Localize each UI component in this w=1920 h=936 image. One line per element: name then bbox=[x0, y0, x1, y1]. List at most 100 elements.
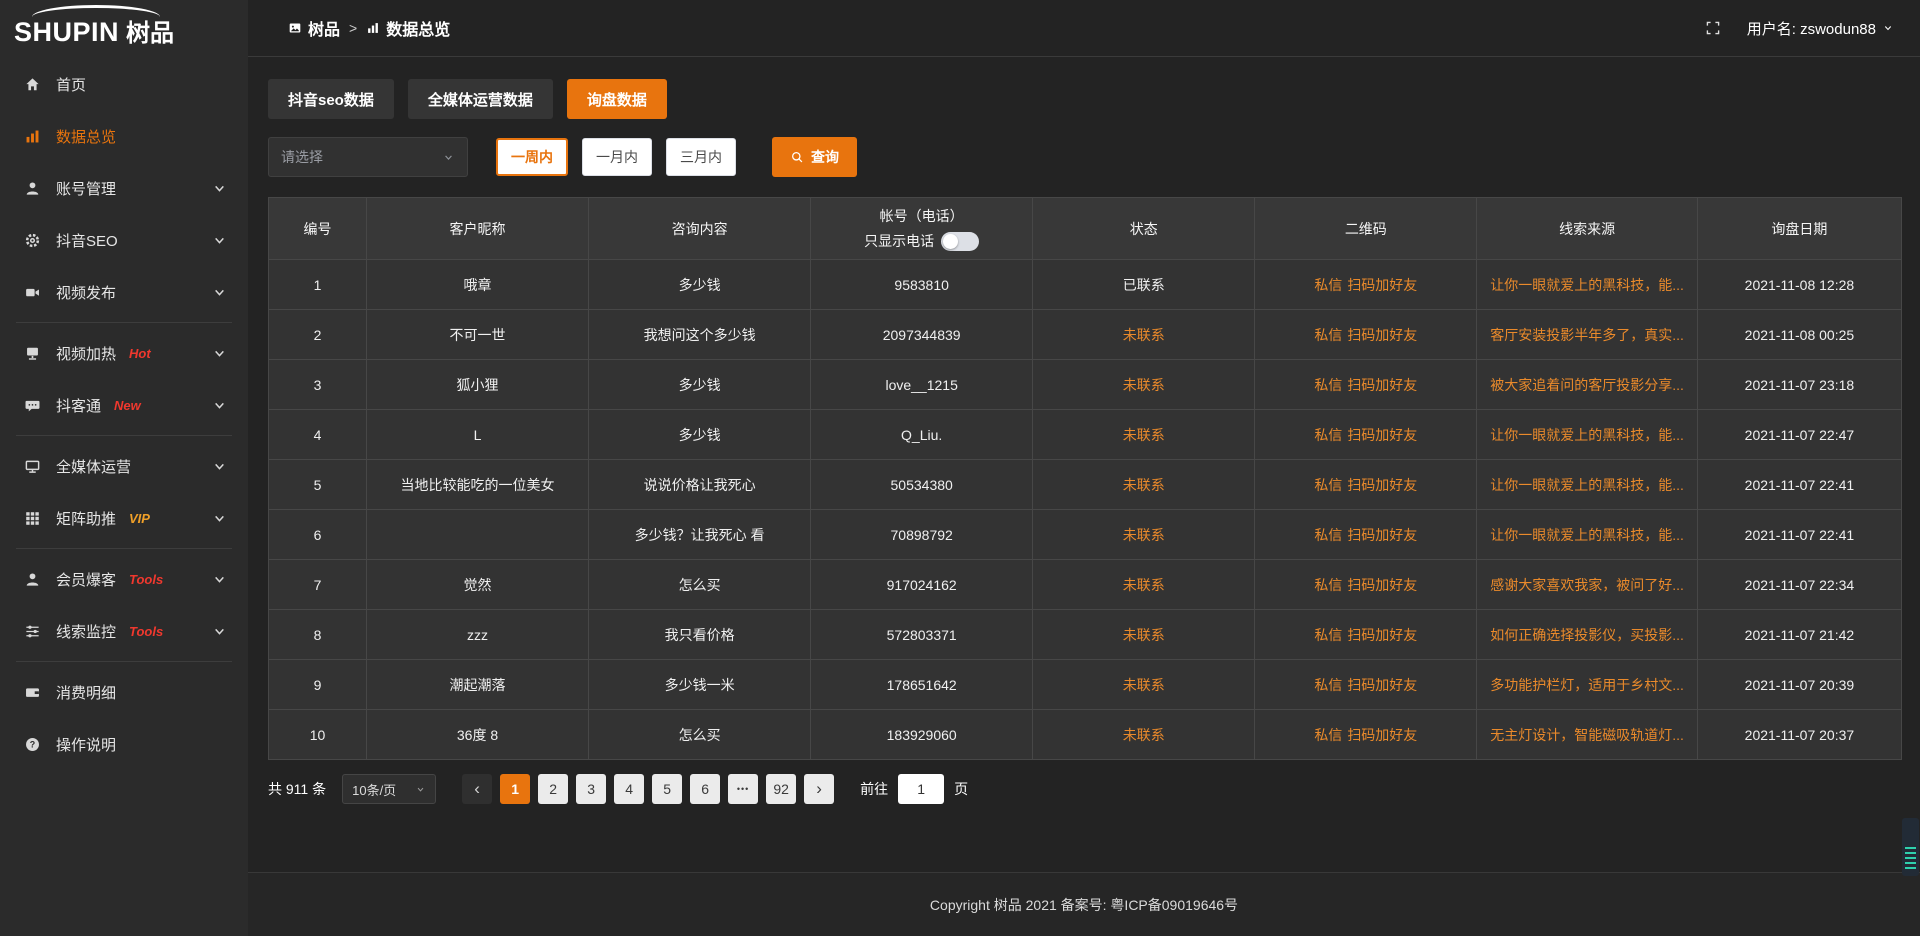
filter-select[interactable]: 请选择 bbox=[268, 137, 468, 177]
source-link[interactable]: 客厅安装投影半年多了，真实... bbox=[1490, 327, 1684, 343]
sidebar-item-data-overview[interactable]: 数据总览 bbox=[0, 110, 248, 162]
sidebar-item-consumption-detail[interactable]: 消费明细 bbox=[0, 666, 248, 718]
phone-toggle-row: 只显示电话 bbox=[811, 231, 1032, 251]
chevron-down-icon bbox=[415, 784, 426, 795]
sidebar-item-label: 线索监控 bbox=[56, 621, 116, 642]
pagination-ellipsis[interactable]: ••• bbox=[728, 774, 758, 804]
qr-link[interactable]: 扫码加好友 bbox=[1347, 477, 1417, 493]
sidebar-divider bbox=[16, 661, 232, 662]
person-icon bbox=[24, 571, 41, 588]
phone-only-toggle[interactable] bbox=[941, 232, 979, 251]
source-link[interactable]: 让你一眼就爱上的黑科技，能... bbox=[1490, 277, 1684, 293]
breadcrumb-item-shupin[interactable]: 树品 bbox=[288, 16, 340, 40]
qr-link[interactable]: 扫码加好友 bbox=[1347, 527, 1417, 543]
table-row: 3狐小狸多少钱love__1215未联系私信扫码加好友被大家追着问的客厅投影分享… bbox=[269, 360, 1902, 410]
source-link[interactable]: 无主灯设计，智能磁吸轨道灯... bbox=[1490, 727, 1684, 743]
pagination-page-5[interactable]: 5 bbox=[652, 774, 682, 804]
goto-page-input[interactable] bbox=[898, 774, 944, 804]
breadcrumb-item-data-overview[interactable]: 数据总览 bbox=[366, 16, 450, 40]
sidebar-item-douketong[interactable]: 抖客通New bbox=[0, 379, 248, 431]
source-link[interactable]: 被大家追着问的客厅投影分享... bbox=[1490, 377, 1684, 393]
cell-status: 未联系 bbox=[1033, 510, 1255, 560]
cell-date: 2021-11-07 22:41 bbox=[1697, 510, 1901, 560]
qr-link[interactable]: 私信 bbox=[1314, 627, 1342, 643]
source-link[interactable]: 如何正确选择投影仪，买投影... bbox=[1490, 627, 1684, 643]
user-menu[interactable]: 用户名: zswodun88 bbox=[1747, 18, 1894, 39]
topbar-right: 用户名: zswodun88 bbox=[1705, 18, 1894, 39]
floating-widget[interactable] bbox=[1902, 818, 1919, 876]
fullscreen-icon[interactable] bbox=[1705, 20, 1721, 36]
pagination-page-1[interactable]: 1 bbox=[500, 774, 530, 804]
pagination-next-button[interactable]: › bbox=[804, 774, 834, 804]
status-badge: 已联系 bbox=[1123, 277, 1165, 293]
chart-icon bbox=[24, 128, 41, 145]
sidebar-item-operation-guide[interactable]: ?操作说明 bbox=[0, 718, 248, 770]
sidebar-item-home[interactable]: 首页 bbox=[0, 58, 248, 110]
cell-qrcode: 私信扫码加好友 bbox=[1255, 260, 1477, 310]
qr-link[interactable]: 扫码加好友 bbox=[1347, 627, 1417, 643]
cell-qrcode: 私信扫码加好友 bbox=[1255, 710, 1477, 760]
source-link[interactable]: 让你一眼就爱上的黑科技，能... bbox=[1490, 427, 1684, 443]
qr-link[interactable]: 扫码加好友 bbox=[1347, 677, 1417, 693]
qr-link[interactable]: 私信 bbox=[1314, 327, 1342, 343]
qr-link[interactable]: 扫码加好友 bbox=[1347, 277, 1417, 293]
qr-link[interactable]: 扫码加好友 bbox=[1347, 577, 1417, 593]
qr-link[interactable]: 私信 bbox=[1314, 577, 1342, 593]
page-size-select[interactable]: 10条/页 bbox=[342, 774, 436, 804]
cell-id: 6 bbox=[269, 510, 367, 560]
sidebar-badge: VIP bbox=[129, 511, 150, 526]
qr-link[interactable]: 私信 bbox=[1314, 477, 1342, 493]
chevron-down-icon bbox=[1882, 22, 1894, 34]
qr-link[interactable]: 扫码加好友 bbox=[1347, 327, 1417, 343]
footer: Copyright 树品 2021 备案号: 粤ICP备09019646号 bbox=[248, 872, 1920, 936]
qr-link[interactable]: 私信 bbox=[1314, 677, 1342, 693]
col-header-content: 咨询内容 bbox=[589, 198, 811, 260]
qr-link[interactable]: 扫码加好友 bbox=[1347, 377, 1417, 393]
range-button-one-week[interactable]: 一周内 bbox=[496, 138, 568, 176]
qr-link[interactable]: 私信 bbox=[1314, 277, 1342, 293]
sidebar-item-video-publish[interactable]: 视频发布 bbox=[0, 266, 248, 318]
tab-all-media-data[interactable]: 全媒体运营数据 bbox=[408, 79, 553, 119]
gear-icon bbox=[24, 232, 41, 249]
sidebar-item-matrix-boost[interactable]: 矩阵助推VIP bbox=[0, 492, 248, 544]
cell-date: 2021-11-07 22:41 bbox=[1697, 460, 1901, 510]
source-link[interactable]: 让你一眼就爱上的黑科技，能... bbox=[1490, 477, 1684, 493]
pagination-page-4[interactable]: 4 bbox=[614, 774, 644, 804]
wallet-icon bbox=[24, 684, 41, 701]
qr-link[interactable]: 私信 bbox=[1314, 377, 1342, 393]
source-link[interactable]: 多功能护栏灯，适用于乡村文... bbox=[1490, 677, 1684, 693]
cell-status: 未联系 bbox=[1033, 410, 1255, 460]
tab-douyin-seo-data[interactable]: 抖音seo数据 bbox=[268, 79, 394, 119]
sidebar-divider bbox=[16, 322, 232, 323]
status-badge: 未联系 bbox=[1123, 477, 1165, 493]
sidebar-item-douyin-seo[interactable]: 抖音SEO bbox=[0, 214, 248, 266]
query-button[interactable]: 查询 bbox=[772, 137, 857, 177]
qr-link[interactable]: 私信 bbox=[1314, 527, 1342, 543]
chevron-down-icon bbox=[211, 345, 228, 362]
cell-source: 让你一眼就爱上的黑科技，能... bbox=[1477, 510, 1697, 560]
source-link[interactable]: 让你一眼就爱上的黑科技，能... bbox=[1490, 527, 1684, 543]
cell-source: 感谢大家喜欢我家，被问了好... bbox=[1477, 560, 1697, 610]
pagination-prev-button[interactable]: ‹ bbox=[462, 774, 492, 804]
qr-link[interactable]: 私信 bbox=[1314, 427, 1342, 443]
range-button-one-month[interactable]: 一月内 bbox=[582, 138, 652, 176]
cell-account: 2097344839 bbox=[811, 310, 1033, 360]
sidebar-item-all-media-operation[interactable]: 全媒体运营 bbox=[0, 440, 248, 492]
qr-link[interactable]: 扫码加好友 bbox=[1347, 427, 1417, 443]
pagination-page-3[interactable]: 3 bbox=[576, 774, 606, 804]
source-link[interactable]: 感谢大家喜欢我家，被问了好... bbox=[1490, 577, 1684, 593]
sidebar-item-member-burst[interactable]: 会员爆客Tools bbox=[0, 553, 248, 605]
range-button-three-months[interactable]: 三月内 bbox=[666, 138, 736, 176]
pagination-page-92[interactable]: 92 bbox=[766, 774, 796, 804]
pagination-page-2[interactable]: 2 bbox=[538, 774, 568, 804]
sidebar-item-clue-monitor[interactable]: 线索监控Tools bbox=[0, 605, 248, 657]
pagination-page-6[interactable]: 6 bbox=[690, 774, 720, 804]
tab-inquiry-data[interactable]: 询盘数据 bbox=[567, 79, 667, 119]
qr-link[interactable]: 扫码加好友 bbox=[1347, 727, 1417, 743]
qr-link[interactable]: 私信 bbox=[1314, 727, 1342, 743]
cell-id: 7 bbox=[269, 560, 367, 610]
sidebar-item-video-heat[interactable]: 视频加热Hot bbox=[0, 327, 248, 379]
sidebar-badge: Tools bbox=[129, 572, 163, 587]
search-icon bbox=[790, 150, 804, 164]
sidebar-item-account-management[interactable]: 账号管理 bbox=[0, 162, 248, 214]
